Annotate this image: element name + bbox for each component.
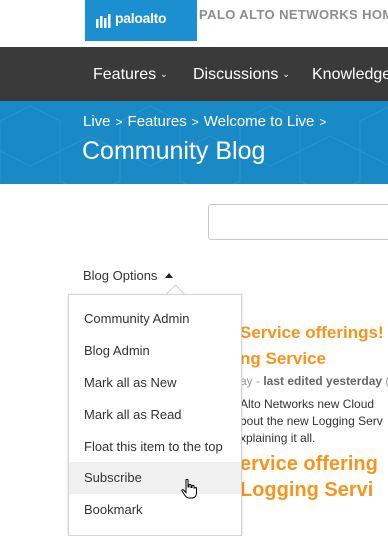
article-image-text: ervice offering Logging Servi [240, 451, 388, 503]
site-header: paloalto NETWORKS PALO ALTO NETWORKS HOM… [0, 0, 388, 47]
blog-options-label: Blog Options [83, 268, 158, 283]
hero-banner: Live > Features > Welcome to Live > Community… [0, 101, 388, 184]
menu-item-float-to-top[interactable]: Float this item to the top [69, 431, 241, 463]
article-date: ay - [240, 374, 264, 388]
breadcrumb-live[interactable]: Live [83, 113, 111, 130]
nav-item-discussions[interactable]: Discussions ⌄ [193, 66, 290, 84]
menu-item-mark-all-new[interactable]: Mark all as New [69, 367, 241, 399]
article-title[interactable]: Service offerings! F ng Service [240, 320, 388, 372]
breadcrumb-features[interactable]: Features [128, 113, 187, 130]
caret-up-icon [165, 273, 174, 278]
search-input[interactable] [208, 204, 388, 240]
menu-item-community-admin[interactable]: Community Admin [69, 303, 241, 335]
logo-text: paloalto [115, 9, 167, 26]
menu-item-mark-all-read[interactable]: Mark all as Read [69, 399, 241, 431]
logo-subtext: NETWORKS [202, 26, 230, 31]
menu-item-bookmark[interactable]: Bookmark [69, 494, 241, 526]
article-title-line: Service offerings! F [240, 323, 388, 342]
article-image-line: Logging Servi [240, 479, 374, 501]
article-excerpt-line: bout the new Logging Serv [240, 414, 383, 428]
logo-mark-icon [96, 13, 111, 28]
article-excerpt: Alto Networks new Cloud bout the new Log… [240, 396, 388, 447]
nav-item-label: Features [93, 66, 157, 83]
article-meta: ay - last edited yesterday ( [240, 374, 388, 388]
blog-article-preview: Service offerings! F ng Service ay - las… [240, 320, 388, 503]
article-excerpt-line: xplaining it all. [240, 431, 316, 445]
main-nav: Features ⌄ Discussions ⌄ Knowledge [0, 47, 388, 101]
nav-item-knowledge[interactable]: Knowledge [312, 66, 388, 84]
nav-item-features[interactable]: Features ⌄ [93, 66, 168, 84]
breadcrumb-separator: > [319, 115, 327, 129]
breadcrumb: Live > Features > Welcome to Live > [83, 113, 331, 130]
article-excerpt-line: Alto Networks new Cloud [240, 397, 375, 411]
hand-cursor-icon [181, 479, 197, 499]
breadcrumb-separator: > [191, 115, 199, 129]
blog-options-toggle[interactable]: Blog Options [83, 268, 174, 283]
palo-alto-logo[interactable]: paloalto NETWORKS [85, 0, 229, 41]
blog-options-menu: Community Admin Blog Admin Mark all as N… [68, 294, 242, 536]
nav-item-label: Knowledge [312, 66, 388, 83]
article-title-line: ng Service [240, 349, 326, 368]
breadcrumb-welcome[interactable]: Welcome to Live [204, 113, 315, 130]
chevron-down-icon: ⌄ [282, 69, 290, 79]
nav-item-label: Discussions [193, 66, 279, 83]
breadcrumb-separator: > [115, 115, 123, 129]
menu-item-blog-admin[interactable]: Blog Admin [69, 335, 241, 367]
chevron-down-icon: ⌄ [160, 69, 168, 79]
article-edited: last edited yesterday [263, 374, 383, 388]
menu-item-subscribe[interactable]: Subscribe [69, 462, 241, 494]
site-home-link[interactable]: PALO ALTO NETWORKS HOME [199, 7, 388, 22]
page-title: Community Blog [82, 137, 266, 165]
article-image-line: ervice offering [240, 453, 378, 475]
